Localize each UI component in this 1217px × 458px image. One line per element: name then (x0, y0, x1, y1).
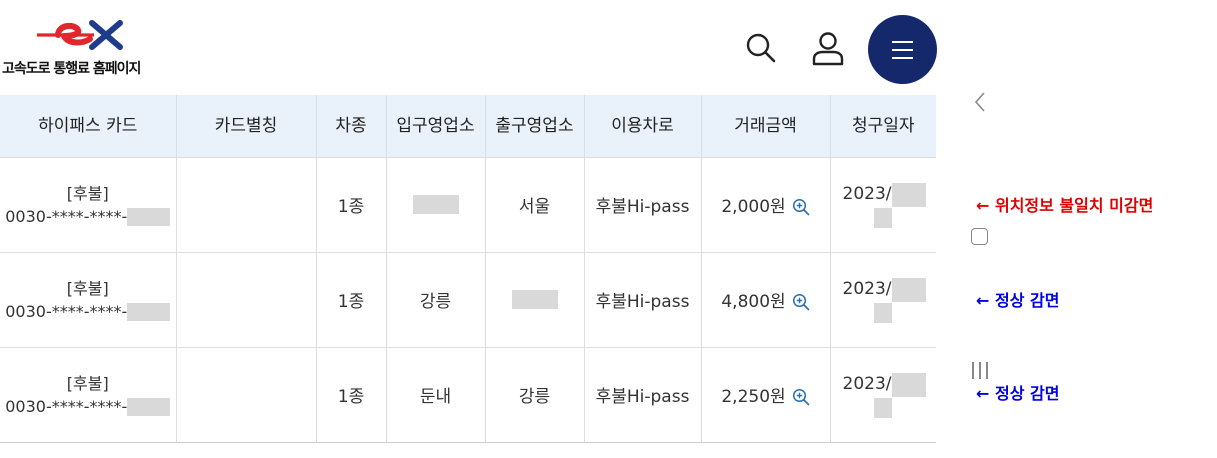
date-value: 2023/ (842, 373, 892, 394)
date-cell: 2023/ (830, 156, 936, 252)
amount-cell: 4,800원 (701, 251, 831, 347)
alias-cell (176, 251, 317, 347)
masked-value (412, 195, 459, 214)
masked-value (511, 290, 558, 309)
user-icon (812, 32, 844, 66)
exit-cell: 서울 (485, 156, 585, 252)
masked-value (891, 372, 926, 397)
card-cell: [후불] 0030-****-****- (0, 251, 177, 347)
vehicle-cell: 1종 (316, 251, 387, 347)
entry-cell: 강릉 (386, 251, 486, 347)
zoom-in-icon[interactable] (792, 293, 810, 311)
amount-value: 4,800원 (721, 292, 786, 312)
ex-logo[interactable]: 고속도로 통행료 홈페이지 (2, 18, 162, 78)
masked-value (891, 182, 926, 207)
date-cell: 2023/ (830, 251, 936, 347)
annotation-no-discount: ← 위치정보 불일치 미감면 (976, 196, 1154, 215)
exit-cell: 강릉 (485, 346, 585, 443)
table-row[interactable]: [후불] 0030-****-****- 1종 강릉 후불Hi-pass 4,8… (0, 251, 936, 347)
vehicle-cell: 1종 (316, 346, 387, 443)
date-value: 2023/ (842, 278, 892, 299)
col-header-amount[interactable]: 거래금액 (701, 95, 831, 157)
masked-value (127, 303, 171, 321)
alias-cell (176, 346, 317, 443)
table-row[interactable]: [후불] 0030-****-****- 1종 서울 후불Hi-pass 2,0… (0, 156, 936, 252)
lane-cell: 후불Hi-pass (584, 156, 702, 252)
card-type: [후불] (66, 278, 109, 298)
lane-cell: 후불Hi-pass (584, 346, 702, 443)
col-header-alias[interactable]: 카드별칭 (176, 95, 317, 157)
date-value: 2023/ (842, 183, 892, 204)
amount-cell: 2,000원 (701, 156, 831, 252)
vehicle-cell: 1종 (316, 156, 387, 252)
table-row[interactable]: [후불] 0030-****-****- 1종 둔내 강릉 후불Hi-pass … (0, 346, 936, 443)
user-button[interactable] (808, 28, 848, 68)
entry-cell (386, 156, 486, 252)
col-header-exit[interactable]: 출구영업소 (485, 95, 585, 157)
col-header-lane[interactable]: 이용차로 (584, 95, 702, 157)
masked-value (127, 398, 171, 416)
menu-button[interactable] (868, 15, 937, 84)
site-header: 고속도로 통행료 홈페이지 (0, 0, 940, 95)
exit-cell (485, 251, 585, 347)
col-header-date[interactable]: 청구일자 (830, 95, 936, 157)
lane-cell: 후불Hi-pass (584, 251, 702, 347)
usage-table: 하이패스 카드 카드별칭 차종 입구영업소 출구영업소 이용차로 거래금액 청구… (0, 95, 936, 443)
col-header-vehicle[interactable]: 차종 (316, 95, 387, 157)
menu-icon (892, 41, 913, 43)
card-number: 0030-****-****- (5, 206, 128, 226)
card-cell: [후불] 0030-****-****- (0, 156, 177, 252)
masked-value (873, 302, 892, 323)
recent-apps-icon[interactable] (971, 362, 991, 380)
search-icon (746, 33, 776, 63)
amount-cell: 2,250원 (701, 346, 831, 443)
back-icon[interactable] (970, 90, 990, 114)
masked-value (873, 207, 892, 228)
amount-value: 2,000원 (721, 197, 786, 217)
entry-cell: 둔내 (386, 346, 486, 443)
masked-value (127, 208, 171, 226)
date-cell: 2023/ (830, 346, 936, 443)
annotation-discount: ← 정상 감면 (976, 384, 1060, 403)
ex-logo-mark (37, 20, 123, 50)
card-number: 0030-****-****- (5, 301, 128, 321)
search-button[interactable] (740, 28, 780, 68)
home-square-icon[interactable] (971, 228, 988, 245)
card-type: [후불] (66, 373, 109, 393)
zoom-in-icon[interactable] (792, 198, 810, 216)
table-header-row: 하이패스 카드 카드별칭 차종 입구영업소 출구영업소 이용차로 거래금액 청구… (0, 95, 936, 157)
col-header-card[interactable]: 하이패스 카드 (0, 95, 177, 157)
amount-value: 2,250원 (721, 387, 786, 407)
masked-value (873, 397, 892, 418)
logo-text: 고속도로 통행료 홈페이지 (2, 61, 141, 77)
card-type: [후불] (66, 183, 109, 203)
alias-cell (176, 156, 317, 252)
col-header-entry[interactable]: 입구영업소 (386, 95, 486, 157)
masked-value (891, 277, 926, 302)
annotation-discount: ← 정상 감면 (976, 291, 1060, 310)
card-number: 0030-****-****- (5, 396, 128, 416)
card-cell: [후불] 0030-****-****- (0, 346, 177, 443)
zoom-in-icon[interactable] (792, 388, 810, 406)
